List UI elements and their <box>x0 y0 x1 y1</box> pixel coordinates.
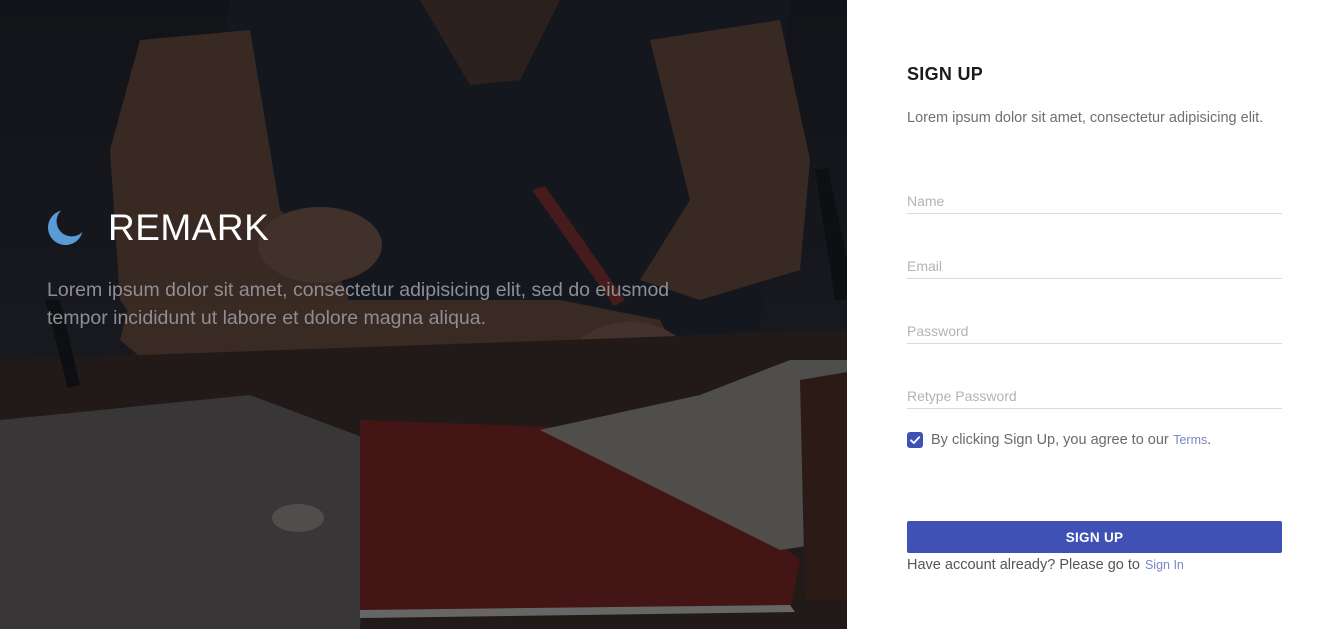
terms-row: By clicking Sign Up, you agree to our Te… <box>907 431 1211 449</box>
terms-checkbox[interactable] <box>907 432 923 448</box>
brand-name: REMARK <box>108 207 270 248</box>
sign-in-link[interactable]: Sign In <box>1145 558 1184 572</box>
signin-row: Have account already? Please go to Sign … <box>907 557 1184 573</box>
signup-panel: SIGN UP Lorem ipsum dolor sit amet, cons… <box>847 0 1341 629</box>
terms-suffix: . <box>1207 432 1212 448</box>
crescent-logo-icon <box>47 210 83 246</box>
checkmark-icon <box>910 436 921 444</box>
brand: REMARK <box>46 206 269 250</box>
signin-prompt: Have account already? Please go to <box>907 557 1140 573</box>
email-input[interactable] <box>907 253 1282 279</box>
hero-panel: REMARK Lorem ipsum dolor sit amet, conse… <box>0 0 847 629</box>
form-title: SIGN UP <box>907 64 984 84</box>
sign-up-button[interactable]: SIGN UP <box>907 521 1282 553</box>
form-subtitle: Lorem ipsum dolor sit amet, consectetur … <box>907 110 1264 126</box>
hero-tagline: Lorem ipsum dolor sit amet, consectetur … <box>47 279 670 329</box>
password-input[interactable] <box>907 318 1282 344</box>
retype-password-input[interactable] <box>907 383 1282 409</box>
name-input[interactable] <box>907 188 1282 214</box>
terms-link[interactable]: Terms <box>1173 433 1207 447</box>
terms-text: By clicking Sign Up, you agree to our <box>931 432 1169 448</box>
